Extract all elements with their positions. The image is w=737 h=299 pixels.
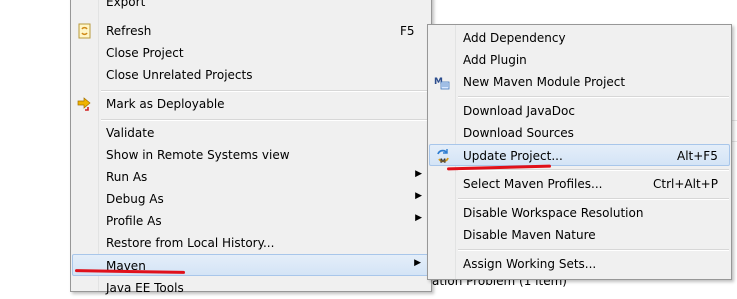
submenu-arrow-icon: ▶ bbox=[415, 213, 422, 223]
menu-item-label: Add Dependency bbox=[463, 31, 566, 45]
menu-item-disable-workspace-resolution[interactable]: Disable Workspace Resolution bbox=[429, 202, 730, 224]
shortcut-text: Alt+F5 bbox=[677, 149, 718, 163]
menu-separator bbox=[458, 96, 729, 98]
menu-item-label: Validate bbox=[106, 126, 155, 140]
menu-item-close-unrelated-projects[interactable]: Close Unrelated Projects bbox=[72, 64, 430, 86]
menu-item-java-ee-tools[interactable]: Java EE Tools bbox=[72, 277, 430, 299]
menu-item-label: Download JavaDoc bbox=[463, 104, 575, 118]
menu-separator bbox=[101, 119, 429, 121]
project-context-menu: Export Refresh F5 Close Project Close Un… bbox=[70, 0, 432, 295]
menu-item-label: Export bbox=[106, 0, 146, 9]
submenu-arrow-icon: ▶ bbox=[415, 169, 422, 179]
menu-item-label: Select Maven Profiles... bbox=[463, 177, 603, 191]
menu-item-label: Run As bbox=[106, 170, 148, 184]
deploy-arrow-icon bbox=[77, 96, 93, 112]
menu-item-update-project[interactable]: M Update Project... Alt+F5 bbox=[429, 144, 730, 166]
menu-item-disable-maven-nature[interactable]: Disable Maven Nature bbox=[429, 224, 730, 246]
menu-item-show-in-remote-systems[interactable]: Show in Remote Systems view bbox=[72, 144, 430, 166]
menu-item-label: Mark as Deployable bbox=[106, 97, 225, 111]
menu-item-new-maven-module-project[interactable]: M New Maven Module Project bbox=[429, 71, 730, 93]
menu-item-label: Add Plugin bbox=[463, 53, 527, 67]
maven-module-icon: M bbox=[434, 74, 450, 90]
menu-item-label: Profile As bbox=[106, 214, 162, 228]
maven-submenu: Add Dependency Add Plugin M New Maven Mo… bbox=[427, 24, 732, 280]
menu-separator bbox=[458, 249, 729, 251]
shortcut-text: Ctrl+Alt+P bbox=[653, 177, 718, 191]
menu-item-label: Refresh bbox=[106, 24, 152, 38]
submenu-arrow-icon: ▶ bbox=[415, 191, 422, 201]
shortcut-text: F5 bbox=[400, 24, 415, 38]
menu-item-download-sources[interactable]: Download Sources bbox=[429, 122, 730, 144]
menu-item-export[interactable]: Export bbox=[72, 0, 430, 13]
menu-item-label: Disable Maven Nature bbox=[463, 228, 596, 242]
menu-item-add-dependency[interactable]: Add Dependency bbox=[429, 27, 730, 49]
menu-item-restore-from-local-history[interactable]: Restore from Local History... bbox=[72, 232, 430, 254]
menu-item-label: Assign Working Sets... bbox=[463, 257, 597, 271]
menu-item-download-javadoc[interactable]: Download JavaDoc bbox=[429, 100, 730, 122]
menu-item-label: Download Sources bbox=[463, 126, 574, 140]
menu-item-profile-as[interactable]: Profile As ▶ bbox=[72, 210, 430, 232]
submenu-arrow-icon: ▶ bbox=[414, 258, 421, 268]
svg-text:M: M bbox=[440, 158, 446, 164]
menu-item-label: Close Project bbox=[106, 46, 184, 60]
menu-item-label: Java EE Tools bbox=[106, 281, 184, 295]
update-project-icon: M bbox=[435, 148, 451, 165]
menu-separator bbox=[101, 90, 429, 92]
menu-item-select-maven-profiles[interactable]: Select Maven Profiles... Ctrl+Alt+P bbox=[429, 173, 730, 195]
menu-item-refresh[interactable]: Refresh F5 bbox=[72, 20, 430, 42]
menu-item-label: New Maven Module Project bbox=[463, 75, 626, 89]
menu-item-assign-working-sets[interactable]: Assign Working Sets... bbox=[429, 253, 730, 275]
menu-item-debug-as[interactable]: Debug As ▶ bbox=[72, 188, 430, 210]
menu-item-close-project[interactable]: Close Project bbox=[72, 42, 430, 64]
menu-item-label: Close Unrelated Projects bbox=[106, 68, 253, 82]
refresh-icon bbox=[77, 23, 93, 39]
menu-item-label: Restore from Local History... bbox=[106, 236, 275, 250]
menu-item-mark-as-deployable[interactable]: Mark as Deployable bbox=[72, 93, 430, 115]
menu-separator bbox=[458, 169, 729, 171]
menu-item-label: Show in Remote Systems view bbox=[106, 148, 290, 162]
menu-item-label: Update Project... bbox=[463, 149, 563, 163]
menu-item-run-as[interactable]: Run As ▶ bbox=[72, 166, 430, 188]
menu-separator bbox=[458, 198, 729, 200]
menu-item-label: Disable Workspace Resolution bbox=[463, 206, 644, 220]
menu-item-label: Debug As bbox=[106, 192, 164, 206]
menu-item-add-plugin[interactable]: Add Plugin bbox=[429, 49, 730, 71]
menu-item-validate[interactable]: Validate bbox=[72, 122, 430, 144]
